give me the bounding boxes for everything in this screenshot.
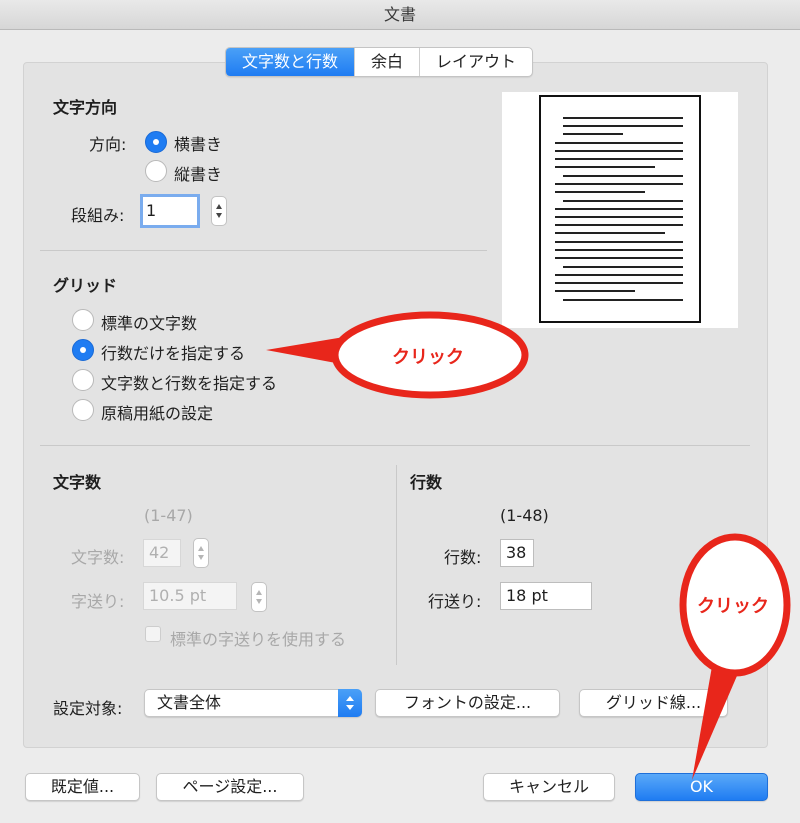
callout-text-grid: クリック [392,347,464,368]
callout-text-ok: クリック [697,596,769,617]
annotation-overlay [266,311,791,780]
